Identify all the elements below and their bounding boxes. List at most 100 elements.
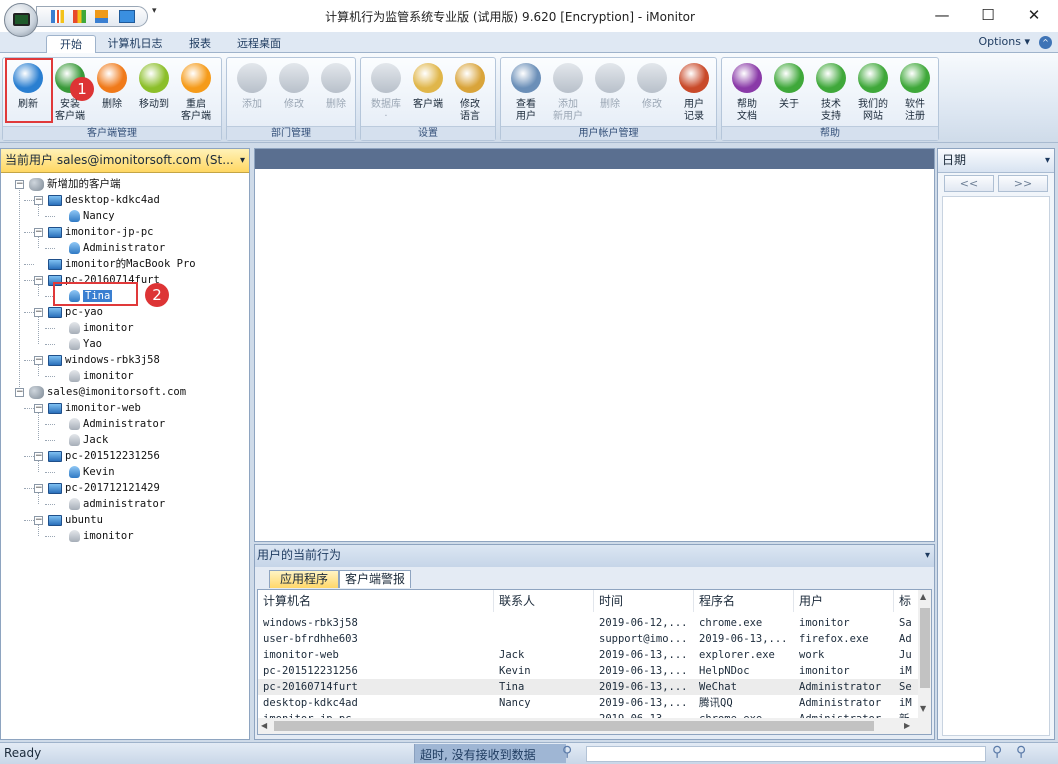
ribbon-button-move-to[interactable]: 移动到: [134, 60, 174, 126]
tree-expander[interactable]: −: [34, 516, 43, 525]
tree-node-user-gray[interactable]: Administrator: [69, 416, 165, 432]
table-row[interactable]: desktop-kdkc4ad Nancy 2019-06-13,... 腾讯QQ Ad…: [258, 695, 918, 711]
vertical-scrollbar[interactable]: ▲ ▼: [918, 590, 931, 718]
ribbon-button-client-settings[interactable]: 客户端: [408, 60, 448, 126]
status-search-input[interactable]: [586, 746, 986, 762]
ribbon-button-database[interactable]: 数据库 ·: [366, 60, 406, 126]
chevron-down-icon[interactable]: ▾: [925, 545, 930, 566]
chevron-down-icon[interactable]: ▾: [1045, 149, 1050, 172]
tree-expander[interactable]: −: [34, 308, 43, 317]
tab-remote-desktop[interactable]: 远程桌面: [230, 35, 288, 53]
tree-node-user[interactable]: Administrator: [69, 240, 165, 256]
chevron-down-icon[interactable]: ▾: [240, 149, 245, 172]
tree-node-computer[interactable]: pc-yao: [48, 304, 103, 320]
horizontal-scroll-thumb[interactable]: [274, 721, 874, 731]
tree-expander[interactable]: −: [15, 388, 24, 397]
ribbon-button-edit-user[interactable]: 修改: [632, 60, 672, 126]
scroll-down-icon[interactable]: ▼: [920, 704, 926, 713]
customize-quick-access-button[interactable]: ▾: [152, 6, 157, 16]
tree-node-user-gray[interactable]: imonitor: [69, 368, 134, 384]
zoom-out-icon[interactable]: ⚲: [992, 744, 1002, 760]
tree-node-user-gray[interactable]: administrator: [69, 496, 165, 512]
tree-node-user-gray[interactable]: imonitor: [69, 320, 134, 336]
tree-expander[interactable]: −: [34, 484, 43, 493]
app-menu-button[interactable]: [4, 3, 38, 37]
prev-date-button[interactable]: <<: [944, 175, 994, 192]
tree-node-computer[interactable]: ubuntu: [48, 512, 103, 528]
tab-reports[interactable]: 报表: [178, 35, 222, 53]
tree-node-computer[interactable]: pc-201512231256: [48, 448, 160, 464]
ribbon-button-edit[interactable]: 修改: [274, 60, 314, 126]
current-user-header[interactable]: 当前用户 sales@imonitorsoft.com (St... ▾: [1, 149, 249, 173]
column-header[interactable]: 时间: [594, 590, 694, 612]
tree-expander[interactable]: −: [15, 180, 24, 189]
scroll-left-icon[interactable]: ◀: [261, 721, 267, 730]
tab-computer-logs[interactable]: 计算机日志: [102, 35, 168, 53]
table-row[interactable]: pc-20160714furt Tina 2019-06-13,... WeChat A…: [258, 679, 918, 695]
tree-node-computer[interactable]: windows-rbk3j58: [48, 352, 160, 368]
ribbon-button-view-users[interactable]: 查看 用户: [506, 60, 546, 126]
report-chart-icon[interactable]: [73, 10, 86, 23]
ribbon-button-language[interactable]: 修改 语言: [450, 60, 490, 126]
tree-node-group[interactable]: 新增加的客户端: [29, 176, 121, 192]
user-icon: [69, 338, 80, 350]
table-row[interactable]: windows-rbk3j58 2019-06-12,... chrome.exe i…: [258, 615, 918, 631]
tree-expander[interactable]: −: [34, 228, 43, 237]
statistics-icon[interactable]: [95, 10, 108, 23]
zoom-in-icon[interactable]: ⚲: [1016, 744, 1026, 760]
ribbon-button-support[interactable]: 技术 支持: [811, 60, 851, 126]
tree-node-user-gray[interactable]: Jack: [69, 432, 108, 448]
column-header[interactable]: 联系人: [494, 590, 594, 612]
ribbon-button-add[interactable]: 添加: [232, 60, 272, 126]
ribbon-button-help-doc[interactable]: 帮助 文档: [727, 60, 767, 126]
tree-node-user-gray[interactable]: imonitor: [69, 528, 134, 544]
tab-client-alerts[interactable]: 客户端警报: [339, 570, 411, 588]
tree-node-user[interactable]: Nancy: [69, 208, 115, 224]
tab-applications[interactable]: 应用程序: [269, 570, 339, 588]
ribbon-button-delete-user[interactable]: 删除: [590, 60, 630, 126]
scroll-right-icon[interactable]: ▶: [904, 721, 910, 730]
column-header[interactable]: 计算机名: [258, 590, 494, 612]
ribbon-button-delete[interactable]: 删除: [316, 60, 356, 126]
ribbon-button-user-records[interactable]: 用户 记录: [674, 60, 714, 126]
horizontal-scrollbar[interactable]: ◀ ▶: [258, 718, 931, 734]
table-cell: imonitor-web: [263, 649, 339, 661]
tree-expander[interactable]: −: [34, 452, 43, 461]
tree-node-user[interactable]: Kevin: [69, 464, 115, 480]
next-date-button[interactable]: >>: [998, 175, 1048, 192]
tree-node-computer[interactable]: imonitor-web: [48, 400, 141, 416]
minimize-button[interactable]: —: [922, 4, 962, 26]
ribbon-button-website[interactable]: 我们的 网站: [853, 60, 893, 126]
scroll-up-icon[interactable]: ▲: [920, 592, 926, 601]
tree-node-user-gray[interactable]: Yao: [69, 336, 102, 352]
tree-expander[interactable]: −: [34, 196, 43, 205]
bar-chart-icon[interactable]: [51, 10, 64, 23]
tree-node-computer[interactable]: imonitor的MacBook Pro: [48, 256, 196, 272]
tree-node-computer[interactable]: desktop-kdkc4ad: [48, 192, 160, 208]
options-menu[interactable]: Options ▾: [979, 35, 1030, 48]
vertical-scroll-thumb[interactable]: [920, 608, 930, 688]
table-row[interactable]: pc-201512231256 Kevin 2019-06-13,... HelpND…: [258, 663, 918, 679]
tree-expander[interactable]: −: [34, 356, 43, 365]
column-header[interactable]: 用户: [794, 590, 894, 612]
tree-node-computer[interactable]: imonitor-jp-pc: [48, 224, 154, 240]
ribbon-button-about[interactable]: 关于: [769, 60, 809, 126]
close-button[interactable]: ✕: [1014, 4, 1054, 26]
tree-expander[interactable]: −: [34, 404, 43, 413]
tree-expander[interactable]: −: [34, 276, 43, 285]
tab-home[interactable]: 开始: [46, 35, 96, 53]
ribbon-button-restart-client[interactable]: 重启 客户端: [176, 60, 216, 126]
ribbon-button-delete[interactable]: 删除: [92, 60, 132, 126]
tree-node-computer[interactable]: pc-201712121429: [48, 480, 160, 496]
tree-node-group[interactable]: sales@imonitorsoft.com: [29, 384, 186, 400]
ribbon-button-register[interactable]: 软件 注册: [895, 60, 935, 126]
table-row[interactable]: user-bfrdhhe603 support@imo... 2019-06-13,…: [258, 631, 918, 647]
table-row[interactable]: imonitor-web Jack 2019-06-13,... explorer.e…: [258, 647, 918, 663]
ribbon-help-button[interactable]: ^: [1039, 36, 1052, 49]
column-header[interactable]: 程序名: [694, 590, 794, 612]
ribbon-button-add-user[interactable]: 添加 新用户: [548, 60, 588, 126]
remote-desktop-icon[interactable]: [119, 10, 135, 23]
table-cell: 2019-06-12,...: [599, 617, 688, 629]
date-list[interactable]: [942, 196, 1050, 736]
maximize-button[interactable]: ☐: [968, 4, 1008, 26]
